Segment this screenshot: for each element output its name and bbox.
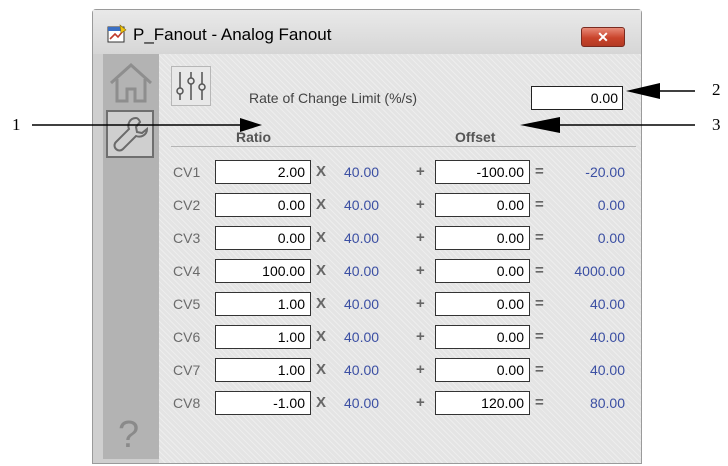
callout-arrow-1 xyxy=(32,118,262,132)
callout-number-1: 1 xyxy=(12,115,21,134)
callout-number-3: 3 xyxy=(712,115,721,134)
callout-number-2: 2 xyxy=(712,80,721,99)
callout-arrow-2 xyxy=(626,83,695,99)
callout-arrow-3 xyxy=(520,117,695,133)
callout-arrows xyxy=(32,83,695,133)
